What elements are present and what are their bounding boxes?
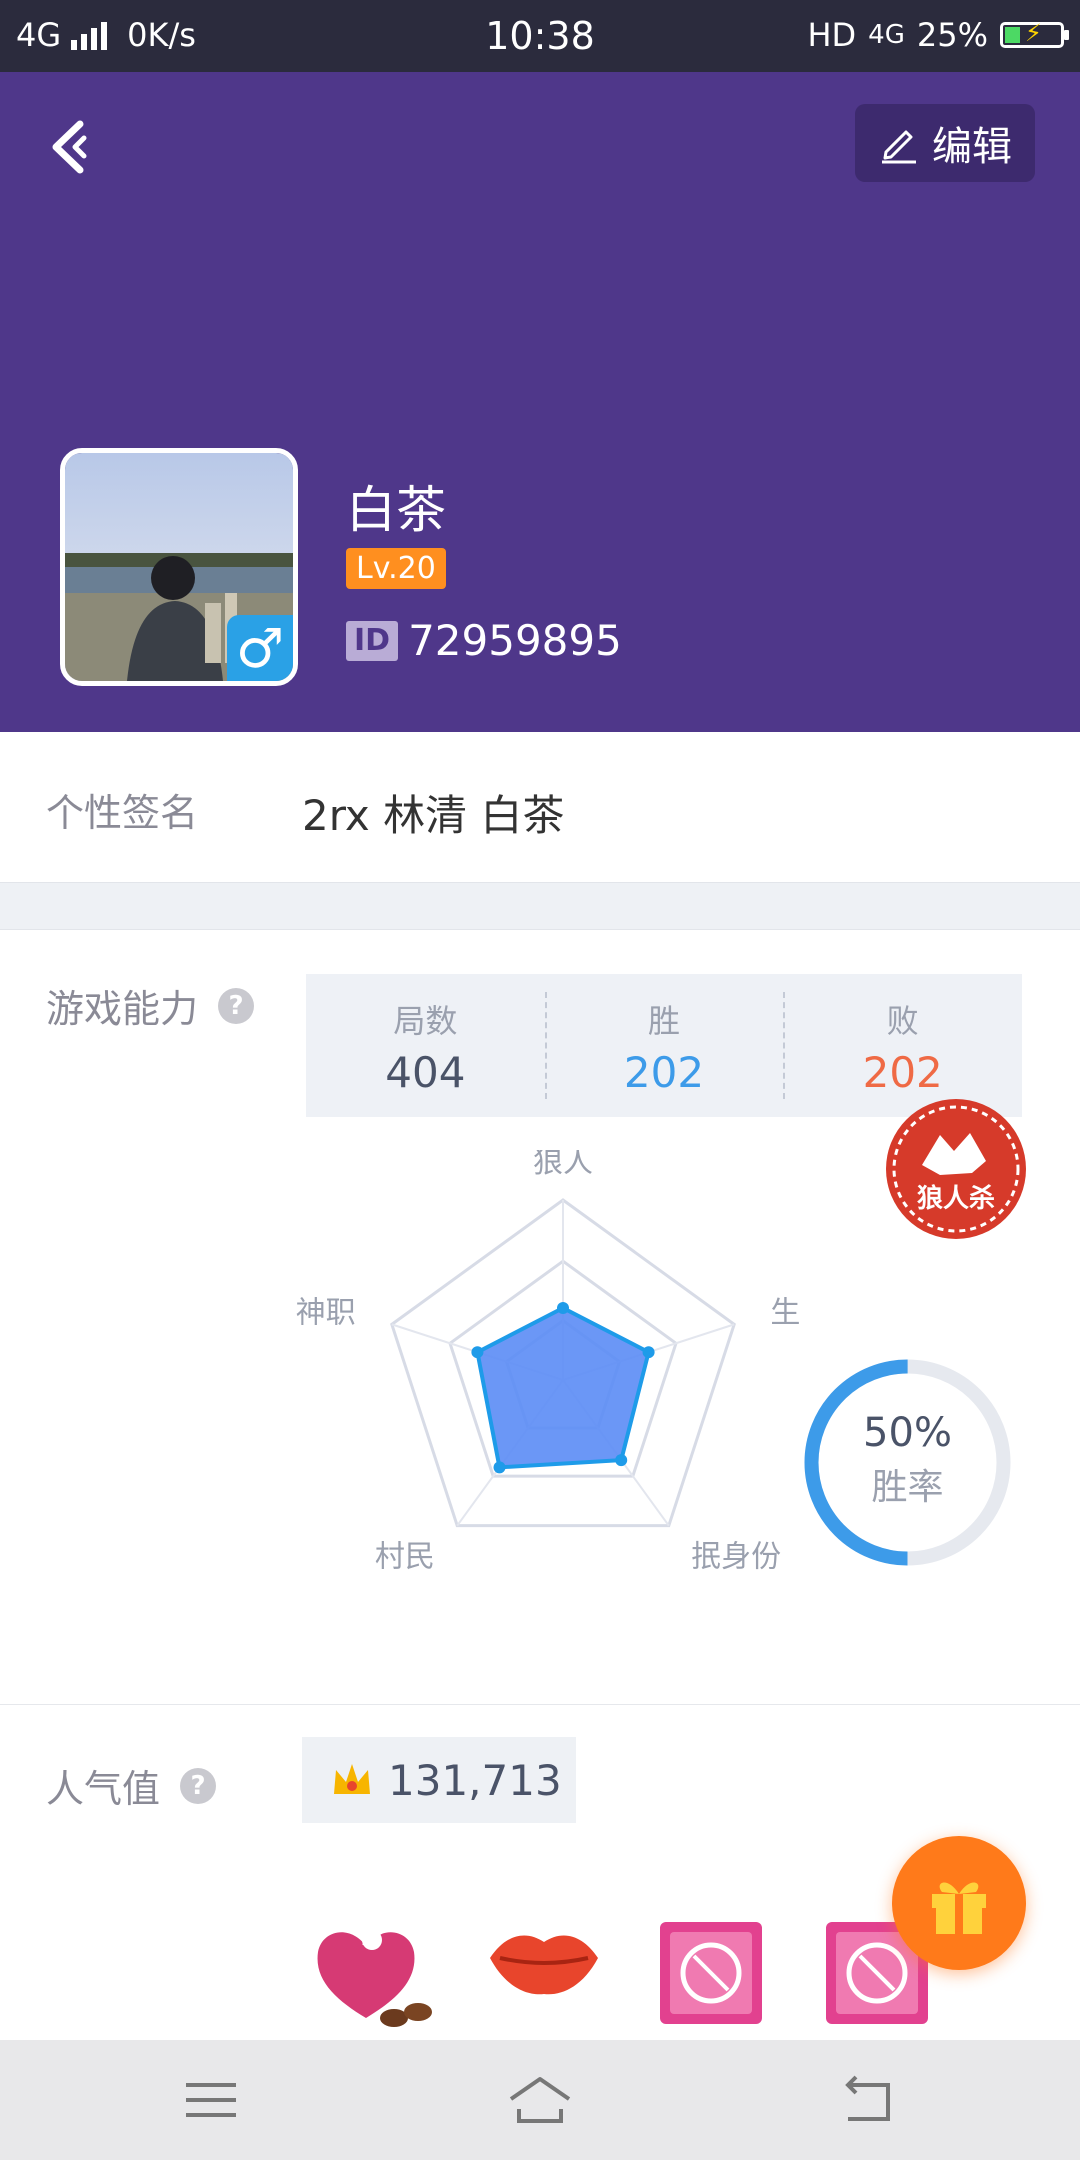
level-badge: Lv.20 <box>346 548 446 589</box>
user-name: 白茶 <box>346 481 446 539</box>
ability-radar-chart: 狼人生存抿身份 村民 神职 <box>296 1150 800 1574</box>
stat-wins: 胜 202 <box>544 974 784 1117</box>
stat-value: 202 <box>862 1048 943 1097</box>
back-button[interactable] <box>40 112 110 182</box>
radar-axis-label: 村民 <box>375 1539 435 1574</box>
gift-button[interactable] <box>892 1836 1026 1970</box>
heart-box-gift-icon[interactable] <box>306 1900 432 2027</box>
stamp-text: 狼人杀 <box>917 1183 995 1214</box>
win-rate-percent: 50% <box>863 1410 952 1456</box>
game-ability-label: 游戏能力 <box>46 987 199 1031</box>
battery-icon: ⚡ <box>1000 19 1069 48</box>
radar-axis-label: 生存 <box>770 1296 800 1331</box>
status-right: HD 4G 25% ⚡ <box>807 16 1069 54</box>
stat-label: 胜 <box>648 1002 681 1040</box>
home-button[interactable] <box>495 2065 585 2135</box>
pink-package-gift-icon[interactable] <box>656 1918 776 2038</box>
signature-label: 个性签名 <box>46 791 199 835</box>
radar-point <box>471 1346 484 1359</box>
radar-axis-label: 神职 <box>296 1296 356 1331</box>
edit-button[interactable]: 编辑 <box>855 104 1035 182</box>
popularity-label: 人气值 <box>46 1767 161 1811</box>
help-icon[interactable]: ? <box>218 987 255 1024</box>
stat-games: 局数 404 <box>306 974 545 1117</box>
radar-value-polygon <box>475 1305 651 1470</box>
male-icon: ♂ <box>227 615 293 681</box>
lips-gift-icon[interactable] <box>486 1920 606 2040</box>
user-id-row: ID 72959895 <box>346 616 622 665</box>
radar-point <box>642 1346 655 1359</box>
win-rate-text: 50% 胜率 <box>800 1410 1015 1510</box>
popularity-value: 131,713 <box>388 1755 562 1805</box>
radar-axis-label: 抿身份 <box>691 1539 781 1574</box>
radar-point <box>493 1461 506 1474</box>
stat-value: 404 <box>385 1048 466 1097</box>
popularity-value-box: 131,713 <box>302 1737 576 1823</box>
menu-button[interactable] <box>166 2065 256 2135</box>
stat-label: 败 <box>886 1002 919 1040</box>
back-icon <box>845 2075 890 2121</box>
win-rate-label: 胜率 <box>871 1467 944 1508</box>
menu-icon <box>186 2083 236 2117</box>
status-bar: 4G 0K/s 10:38 HD 4G 25% ⚡ <box>0 0 1080 72</box>
battery-percent: 25% <box>916 16 988 54</box>
stat-value: 202 <box>623 1048 705 1097</box>
game-ability-header: 游戏能力 ? <box>46 978 255 1033</box>
id-tag: ID <box>346 620 399 661</box>
signature-value: 2rx 林清 白茶 <box>302 791 565 840</box>
hd-indicator: HD <box>807 16 857 54</box>
stat-label: 局数 <box>393 1002 458 1040</box>
radar-axis-label: 狼人 <box>533 1150 593 1180</box>
help-icon[interactable]: ? <box>180 1767 217 1804</box>
radar-point <box>615 1454 628 1467</box>
section-divider <box>0 882 1080 930</box>
back-nav-button[interactable] <box>824 2065 914 2135</box>
network-type-right: 4G <box>868 20 905 50</box>
back-arrow-icon <box>52 120 87 174</box>
radar-point <box>557 1302 569 1314</box>
gift-box-icon <box>932 1882 986 1934</box>
avatar[interactable]: ♂ <box>60 448 298 686</box>
divider <box>0 1704 1080 1705</box>
crown-icon <box>334 1764 370 1794</box>
pencil-icon <box>882 130 916 164</box>
edit-label: 编辑 <box>932 124 1012 170</box>
werewolf-stamp-icon: 狼人杀 <box>882 1095 1030 1243</box>
home-icon <box>509 2077 571 2123</box>
user-id: 72959895 <box>408 616 622 665</box>
popularity-header: 人气值 ? <box>46 1758 217 1813</box>
